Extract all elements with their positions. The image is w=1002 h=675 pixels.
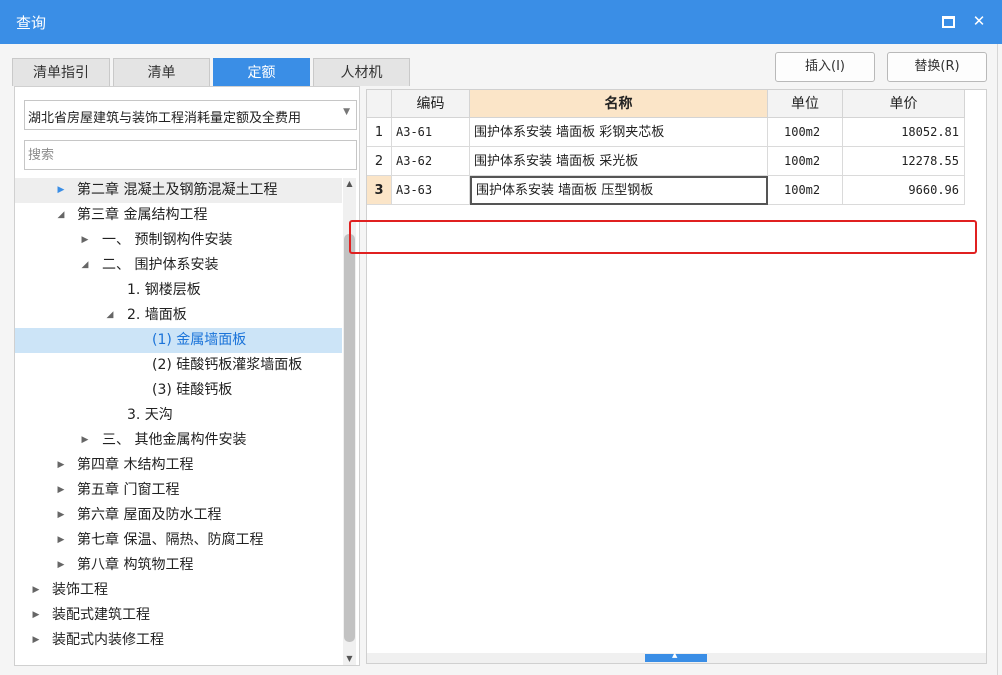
header-rownum	[367, 90, 392, 118]
chevron-down-icon: ▼	[343, 107, 350, 117]
window-title: 查询	[16, 14, 47, 32]
tree-item-label: 一、 预制钢构件安装	[102, 232, 233, 248]
row-number: 1	[367, 118, 392, 147]
collapse-arrow-icon[interactable]: ◢	[55, 203, 67, 228]
collapse-arrow-icon[interactable]: ◢	[79, 253, 91, 278]
insert-button[interactable]: 插入(I)	[775, 52, 875, 82]
tree-item-chapter-7[interactable]: ▶ 第七章 保温、隔热、防腐工程	[15, 528, 342, 553]
tree-item-label: 第二章 混凝土及钢筋混凝土工程	[77, 182, 278, 198]
tree-item-label: 三、 其他金属构件安装	[102, 432, 247, 448]
library-select-value: 湖北省房屋建筑与装饰工程消耗量定额及全费用	[28, 111, 302, 126]
chevron-up-icon: ▲	[672, 651, 678, 659]
tree-scrollbar[interactable]: ▲ ▼	[343, 178, 356, 665]
tree-item-label: 第八章 构筑物工程	[77, 557, 194, 573]
quota-table: 编码 名称 单位 单价 1 A3-61 围护体系安装 墙面板 彩钢夹芯板 100…	[366, 89, 987, 664]
name-cell[interactable]: 围护体系安装 墙面板 彩钢夹芯板	[470, 118, 768, 147]
tab-list-guide[interactable]: 清单指引	[12, 58, 110, 86]
tree-item-chapter-5[interactable]: ▶ 第五章 门窗工程	[15, 478, 342, 503]
tree-item-other-metal-components[interactable]: ▶ 三、 其他金属构件安装	[15, 428, 342, 453]
tree-item-label: (2) 硅酸钙板灌浆墙面板	[152, 357, 303, 373]
expand-arrow-icon[interactable]: ▶	[55, 503, 67, 528]
tree-item-label: 第三章 金属结构工程	[77, 207, 208, 223]
tree-item-prefab-building[interactable]: ▶ 装配式建筑工程	[15, 603, 342, 628]
dialog-body: 清单指引 清单 定额 人材机 插入(I) 替换(R) 湖北省房屋建筑与装饰工程消…	[0, 44, 1002, 675]
expand-arrow-icon[interactable]: ▶	[55, 178, 67, 203]
tab-quota[interactable]: 定额	[213, 58, 310, 86]
tree-item-steel-floor-deck[interactable]: 1. 钢楼层板	[15, 278, 342, 303]
left-panel: 湖北省房屋建筑与装饰工程消耗量定额及全费用 ▼ ▶ 第二章 混凝土及钢筋混凝土工…	[14, 86, 360, 666]
tree-item-decoration[interactable]: ▶ 装饰工程	[15, 578, 342, 603]
tree-item-label: (3) 硅酸钙板	[152, 382, 233, 398]
expand-arrow-icon[interactable]: ▶	[30, 628, 42, 648]
tree-item-label: 第五章 门窗工程	[77, 482, 180, 498]
tree-item-chapter-3[interactable]: ◢ 第三章 金属结构工程	[15, 203, 342, 228]
title-bar: 查询 ✕	[0, 0, 1002, 44]
tree-item-label: 1. 钢楼层板	[127, 282, 201, 298]
tree-item-label: 3. 天沟	[127, 407, 173, 423]
maximize-button[interactable]	[937, 10, 959, 32]
tree-item-label: 第六章 屋面及防水工程	[77, 507, 222, 523]
close-icon: ✕	[972, 12, 986, 30]
tree-item-metal-wall-panel[interactable]: (1) 金属墙面板	[15, 328, 342, 353]
row-number: 3	[367, 176, 392, 205]
tree-item-label: 装配式内装修工程	[52, 632, 164, 648]
expand-arrow-icon[interactable]: ▶	[30, 603, 42, 628]
code-cell[interactable]: A3-61	[392, 118, 470, 147]
tree-item-gutter[interactable]: 3. 天沟	[15, 403, 342, 428]
library-select[interactable]: 湖北省房屋建筑与装饰工程消耗量定额及全费用 ▼	[24, 100, 357, 130]
name-cell-focused[interactable]: 围护体系安装 墙面板 压型钢板	[470, 176, 768, 205]
expand-arrow-icon[interactable]: ▶	[30, 578, 42, 603]
price-cell[interactable]: 18052.81	[843, 118, 965, 147]
chapter-tree: ▶ 第二章 混凝土及钢筋混凝土工程 ◢ 第三章 金属结构工程 ▶ 一、 预制钢构…	[15, 178, 342, 648]
collapse-arrow-icon[interactable]: ◢	[104, 303, 116, 328]
tree-item-label: 第四章 木结构工程	[77, 457, 194, 473]
row-number: 2	[367, 147, 392, 176]
tree-item-enclosure-system[interactable]: ◢ 二、 围护体系安装	[15, 253, 342, 278]
expand-arrow-icon[interactable]: ▶	[55, 553, 67, 578]
search-input[interactable]	[24, 140, 357, 170]
code-cell[interactable]: A3-63	[392, 176, 470, 205]
header-name[interactable]: 名称	[470, 90, 768, 118]
tree-item-prefab-components[interactable]: ▶ 一、 预制钢构件安装	[15, 228, 342, 253]
tree-item-label: 装配式建筑工程	[52, 607, 150, 623]
expand-arrow-icon[interactable]: ▶	[79, 428, 91, 453]
price-cell[interactable]: 12278.55	[843, 147, 965, 176]
code-cell[interactable]: A3-62	[392, 147, 470, 176]
price-cell[interactable]: 9660.96	[843, 176, 965, 205]
unit-cell[interactable]: 100m2	[768, 118, 843, 147]
tree-item-wall-panel[interactable]: ◢ 2. 墙面板	[15, 303, 342, 328]
header-price[interactable]: 单价	[843, 90, 965, 118]
expand-arrow-icon[interactable]: ▶	[55, 528, 67, 553]
tree-item-label: 第七章 保温、隔热、防腐工程	[77, 532, 264, 548]
name-cell[interactable]: 围护体系安装 墙面板 采光板	[470, 147, 768, 176]
scroll-up-icon[interactable]: ▲	[343, 178, 356, 190]
tree-item-chapter-4[interactable]: ▶ 第四章 木结构工程	[15, 453, 342, 478]
expand-arrow-icon[interactable]: ▶	[55, 453, 67, 478]
scroll-down-icon[interactable]: ▼	[343, 653, 356, 665]
close-button[interactable]: ✕	[968, 10, 990, 32]
unit-cell[interactable]: 100m2	[768, 176, 843, 205]
tree-item-calcium-silicate-board[interactable]: (3) 硅酸钙板	[15, 378, 342, 403]
scroll-thumb[interactable]	[344, 234, 355, 642]
tree-item-prefab-interior[interactable]: ▶ 装配式内装修工程	[15, 628, 342, 648]
replace-button[interactable]: 替换(R)	[887, 52, 987, 82]
header-unit[interactable]: 单位	[768, 90, 843, 118]
tree-item-label: 2. 墙面板	[127, 307, 187, 323]
header-code[interactable]: 编码	[392, 90, 470, 118]
table-horizontal-scrollbar[interactable]: ▲	[367, 651, 986, 663]
tab-list[interactable]: 清单	[113, 58, 210, 86]
unit-cell[interactable]: 100m2	[768, 147, 843, 176]
tree-item-label: 装饰工程	[52, 582, 108, 598]
expand-arrow-icon[interactable]: ▶	[79, 228, 91, 253]
tree-item-chapter-8[interactable]: ▶ 第八章 构筑物工程	[15, 553, 342, 578]
tree-item-chapter-2[interactable]: ▶ 第二章 混凝土及钢筋混凝土工程	[15, 178, 342, 203]
tree-item-chapter-6[interactable]: ▶ 第六章 屋面及防水工程	[15, 503, 342, 528]
tree-item-label: (1) 金属墙面板	[152, 332, 247, 348]
tree-item-label: 二、 围护体系安装	[102, 257, 219, 273]
window-edge	[997, 44, 1002, 675]
tab-labor-material-machine[interactable]: 人材机	[313, 58, 410, 86]
expand-arrow-icon[interactable]: ▶	[55, 478, 67, 503]
maximize-icon	[941, 16, 955, 28]
tree-item-calcium-silicate-grout-panel[interactable]: (2) 硅酸钙板灌浆墙面板	[15, 353, 342, 378]
